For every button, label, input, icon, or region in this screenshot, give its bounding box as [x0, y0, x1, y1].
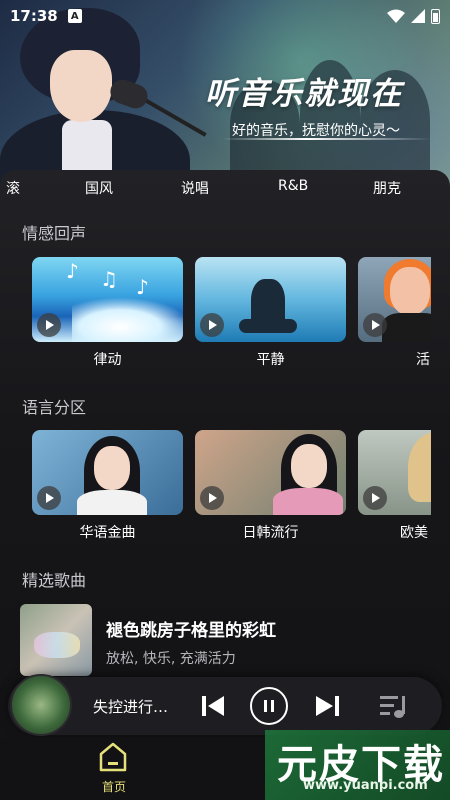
card-emotion-lively[interactable]: 活 [358, 257, 431, 377]
song-tags: 放松, 快乐, 充满活力 [106, 651, 236, 667]
mini-player[interactable]: 失控进行… [8, 674, 442, 736]
play-icon[interactable] [37, 313, 61, 337]
tab-genre-rap[interactable]: 说唱 [181, 178, 209, 198]
card-label: 欧美 [400, 525, 428, 541]
tab-genre-rock[interactable]: 滚 [6, 178, 20, 198]
play-icon[interactable] [200, 486, 224, 510]
card-cover [358, 257, 431, 342]
pause-bar [264, 700, 267, 712]
watermark-url: www.yuanpi.com [303, 778, 428, 793]
section-title-featured: 精选歌曲 [22, 571, 87, 590]
card-label: 日韩流行 [242, 525, 299, 541]
watermark-logo: 元皮下载 www.yuanpi.com [265, 730, 450, 800]
play-icon[interactable] [363, 486, 387, 510]
card-label: 律动 [93, 352, 122, 368]
card-label: 平静 [256, 352, 285, 368]
section-title-language: 语言分区 [22, 398, 87, 417]
music-note-icon: ♪ [66, 259, 79, 283]
banner-divider [222, 138, 432, 140]
girl-body [77, 490, 147, 515]
battery-icon [431, 8, 440, 24]
song-cover [20, 604, 92, 676]
singer-face [50, 50, 112, 122]
card-label: 活 [416, 352, 430, 368]
girl-hair [408, 432, 431, 502]
tab-genre-punk[interactable]: 朋克 [373, 178, 401, 198]
card-label: 华语金曲 [79, 525, 136, 541]
next-track-icon[interactable] [314, 693, 342, 719]
microphone-icon [107, 76, 151, 112]
home-icon [99, 742, 127, 772]
card-cover [195, 257, 346, 342]
previous-track-icon[interactable] [200, 693, 226, 719]
card-cover: ♪ ♫ ♪ [32, 257, 183, 342]
tab-genre-guofeng[interactable]: 国风 [85, 178, 113, 198]
girl-face [94, 446, 130, 490]
notification-icon: A [67, 9, 82, 23]
status-bar: 17:38 A [0, 0, 450, 32]
pause-bar [271, 700, 274, 712]
music-note-icon: ♪ [136, 275, 149, 299]
chalk-drawing [34, 632, 80, 658]
nav-home[interactable]: 首页 [94, 740, 134, 796]
play-icon[interactable] [363, 313, 387, 337]
song-title: 褪色跳房子格里的彩虹 [106, 621, 276, 641]
player-cover[interactable] [10, 674, 72, 736]
card-cover [358, 430, 431, 515]
wifi-icon [387, 9, 405, 23]
banner-title: 听音乐就现在 [205, 76, 403, 112]
genre-tabs[interactable]: 滚 国风 说唱 R&B 朋克 [0, 178, 450, 200]
card-cover [195, 430, 346, 515]
girl-face [390, 267, 430, 315]
banner-subtitle: 好的音乐，抚慰你的心灵～ [232, 123, 400, 139]
status-time: 17:38 [10, 7, 58, 25]
girl-body [273, 488, 343, 515]
girl-face [291, 444, 327, 488]
music-note-icon: ♫ [100, 267, 118, 291]
nav-home-label: 首页 [101, 780, 126, 794]
section-title-emotion: 情感回声 [22, 224, 87, 243]
song-list-item[interactable]: 褪色跳房子格里的彩虹 放松, 快乐, 充满活力 [20, 604, 430, 676]
card-language-western[interactable]: 欧美 [358, 430, 431, 550]
girl-top [382, 313, 431, 342]
card-cover [32, 430, 183, 515]
playlist-icon[interactable] [378, 692, 410, 720]
tab-genre-rnb[interactable]: R&B [278, 178, 308, 194]
meditating-legs [239, 319, 297, 333]
player-song-title: 失控进行… [93, 698, 169, 716]
signal-icon [411, 9, 425, 23]
wave-foam [72, 297, 183, 342]
pause-button[interactable] [250, 687, 288, 725]
play-icon[interactable] [200, 313, 224, 337]
play-icon[interactable] [37, 486, 61, 510]
